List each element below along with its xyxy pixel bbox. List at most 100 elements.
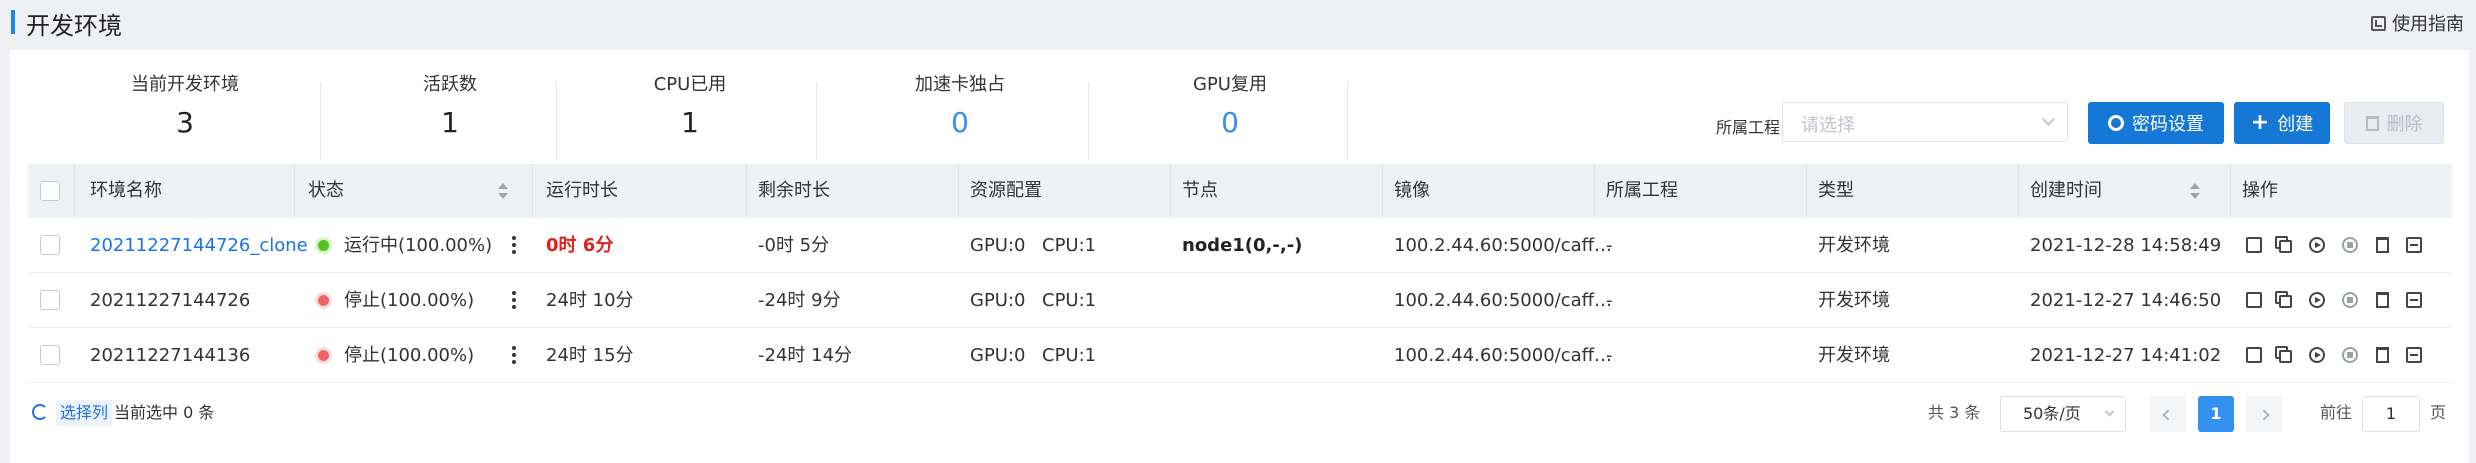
title-accent-bar bbox=[11, 10, 15, 34]
stat-value: 1 bbox=[681, 106, 699, 139]
status-dot bbox=[318, 240, 329, 251]
guide-icon bbox=[2371, 15, 2386, 31]
row-checkbox[interactable] bbox=[40, 235, 60, 255]
stat-divider bbox=[1088, 82, 1089, 160]
selected-count: 当前选中 0 条 bbox=[114, 403, 215, 422]
table-header: 环境名称 状态 运行时长 剩余时长 资源配置 节点 镜像 所属工程 类型 创建时… bbox=[28, 164, 2452, 218]
column-divider bbox=[1594, 164, 1595, 218]
column-header-resources: 资源配置 bbox=[970, 180, 1042, 201]
more-icon[interactable] bbox=[512, 346, 516, 364]
stat-label: 活跃数 bbox=[423, 74, 477, 95]
stop-icon[interactable] bbox=[2342, 347, 2358, 363]
create-button[interactable]: + 创建 bbox=[2234, 102, 2330, 144]
column-header-node: 节点 bbox=[1182, 180, 1218, 201]
type: 开发环境 bbox=[1818, 290, 1890, 311]
project: - bbox=[1606, 290, 1613, 311]
page-size-select[interactable]: 50条/页 bbox=[2000, 396, 2126, 432]
chevron-right-icon bbox=[2258, 409, 2270, 421]
trash-icon bbox=[2365, 115, 2379, 131]
status-text: 停止(100.00%) bbox=[344, 290, 475, 311]
project-select-placeholder: 请选择 bbox=[1801, 115, 1855, 136]
stat-current-envs: 当前开发环境 3 bbox=[70, 64, 300, 144]
env-name[interactable]: 20211227144136 bbox=[90, 328, 250, 383]
goto-suffix: 页 bbox=[2430, 403, 2447, 422]
resource-gpu: GPU:0 bbox=[970, 235, 1026, 256]
type: 开发环境 bbox=[1818, 235, 1890, 256]
column-divider bbox=[958, 164, 959, 218]
copy-icon[interactable] bbox=[2279, 240, 2292, 253]
trash-icon[interactable] bbox=[2376, 347, 2389, 363]
node: node1(0,-,-) bbox=[1182, 235, 1303, 256]
play-icon[interactable] bbox=[2309, 292, 2325, 308]
save-image-icon[interactable] bbox=[2246, 347, 2262, 363]
sort-icon[interactable] bbox=[498, 183, 508, 201]
next-page-button[interactable] bbox=[2246, 396, 2282, 432]
refresh-icon[interactable] bbox=[32, 404, 48, 420]
project-select[interactable]: 请选择 bbox=[1782, 102, 2068, 142]
delete-button[interactable]: 删除 bbox=[2344, 102, 2444, 144]
stop-icon[interactable] bbox=[2342, 237, 2358, 253]
column-divider bbox=[532, 164, 533, 218]
image: 100.2.44.60:5000/caff… bbox=[1394, 290, 1613, 311]
run-time: 24时 15分 bbox=[546, 345, 634, 366]
stat-divider bbox=[816, 82, 817, 160]
column-header-image: 镜像 bbox=[1394, 180, 1430, 201]
stat-divider bbox=[320, 82, 321, 160]
terminal-icon[interactable] bbox=[2406, 237, 2422, 253]
title-bar: 开发环境 使用指南 bbox=[0, 0, 2476, 42]
trash-icon[interactable] bbox=[2376, 237, 2389, 253]
stats-bar: 当前开发环境 3 活跃数 1 CPU已用 1 加速卡独占 0 GPU复用 0 bbox=[10, 64, 1350, 160]
copy-icon[interactable] bbox=[2279, 350, 2292, 363]
stop-icon[interactable] bbox=[2342, 292, 2358, 308]
column-header-type: 类型 bbox=[1818, 180, 1854, 201]
column-header-project: 所属工程 bbox=[1606, 180, 1678, 201]
column-divider bbox=[746, 164, 747, 218]
play-icon[interactable] bbox=[2309, 347, 2325, 363]
chevron-left-icon bbox=[2162, 409, 2174, 421]
column-divider bbox=[1806, 164, 1807, 218]
play-icon[interactable] bbox=[2309, 237, 2325, 253]
run-time: 0时 6分 bbox=[546, 235, 614, 256]
stat-label: 加速卡独占 bbox=[915, 74, 1005, 95]
status-dot bbox=[318, 350, 329, 361]
created-time: 2021-12-27 14:46:50 bbox=[2030, 290, 2222, 311]
env-name[interactable]: 20211227144726 bbox=[90, 273, 250, 328]
terminal-icon[interactable] bbox=[2406, 292, 2422, 308]
stat-gpu-shared: GPU复用 0 bbox=[1120, 64, 1340, 144]
page-number[interactable]: 1 bbox=[2198, 396, 2234, 432]
resource-cpu: CPU:1 bbox=[1042, 345, 1097, 366]
stat-value: 0 bbox=[951, 106, 969, 139]
created-time: 2021-12-28 14:58:49 bbox=[2030, 235, 2222, 256]
row-checkbox[interactable] bbox=[40, 345, 60, 365]
row-checkbox[interactable] bbox=[40, 290, 60, 310]
user-guide-label: 使用指南 bbox=[2392, 14, 2464, 35]
trash-icon[interactable] bbox=[2376, 292, 2389, 308]
stat-label: GPU复用 bbox=[1193, 74, 1267, 95]
column-divider bbox=[74, 164, 75, 218]
stat-value: 0 bbox=[1221, 106, 1239, 139]
env-name-link[interactable]: 20211227144726_clone bbox=[90, 218, 308, 273]
stat-cpu-used: CPU已用 1 bbox=[590, 64, 790, 144]
secret-settings-button[interactable]: 密码设置 bbox=[2088, 102, 2224, 144]
user-guide-link[interactable]: 使用指南 bbox=[2371, 10, 2464, 36]
select-all-checkbox[interactable] bbox=[40, 181, 60, 201]
prev-page-button[interactable] bbox=[2150, 396, 2186, 432]
column-header-remain-time: 剩余时长 bbox=[758, 180, 830, 201]
column-header-status: 状态 bbox=[308, 180, 344, 201]
copy-icon[interactable] bbox=[2279, 295, 2292, 308]
goto-label: 前往 bbox=[2320, 403, 2353, 422]
sort-icon[interactable] bbox=[2190, 183, 2200, 201]
more-icon[interactable] bbox=[512, 236, 516, 254]
select-columns-button[interactable]: 选择列 bbox=[56, 400, 113, 426]
save-image-icon[interactable] bbox=[2246, 292, 2262, 308]
plus-icon: + bbox=[2250, 110, 2270, 135]
more-icon[interactable] bbox=[512, 291, 516, 309]
goto-page-input[interactable]: 1 bbox=[2362, 396, 2420, 432]
terminal-icon[interactable] bbox=[2406, 347, 2422, 363]
status-dot bbox=[318, 295, 329, 306]
save-image-icon[interactable] bbox=[2246, 237, 2262, 253]
table-row: 20211227144726_clone 运行中(100.00%) 0时 6分 … bbox=[28, 218, 2452, 273]
column-header-run-time: 运行时长 bbox=[546, 180, 618, 201]
row-actions bbox=[2246, 292, 2422, 309]
remain-time: -24时 14分 bbox=[758, 345, 853, 366]
